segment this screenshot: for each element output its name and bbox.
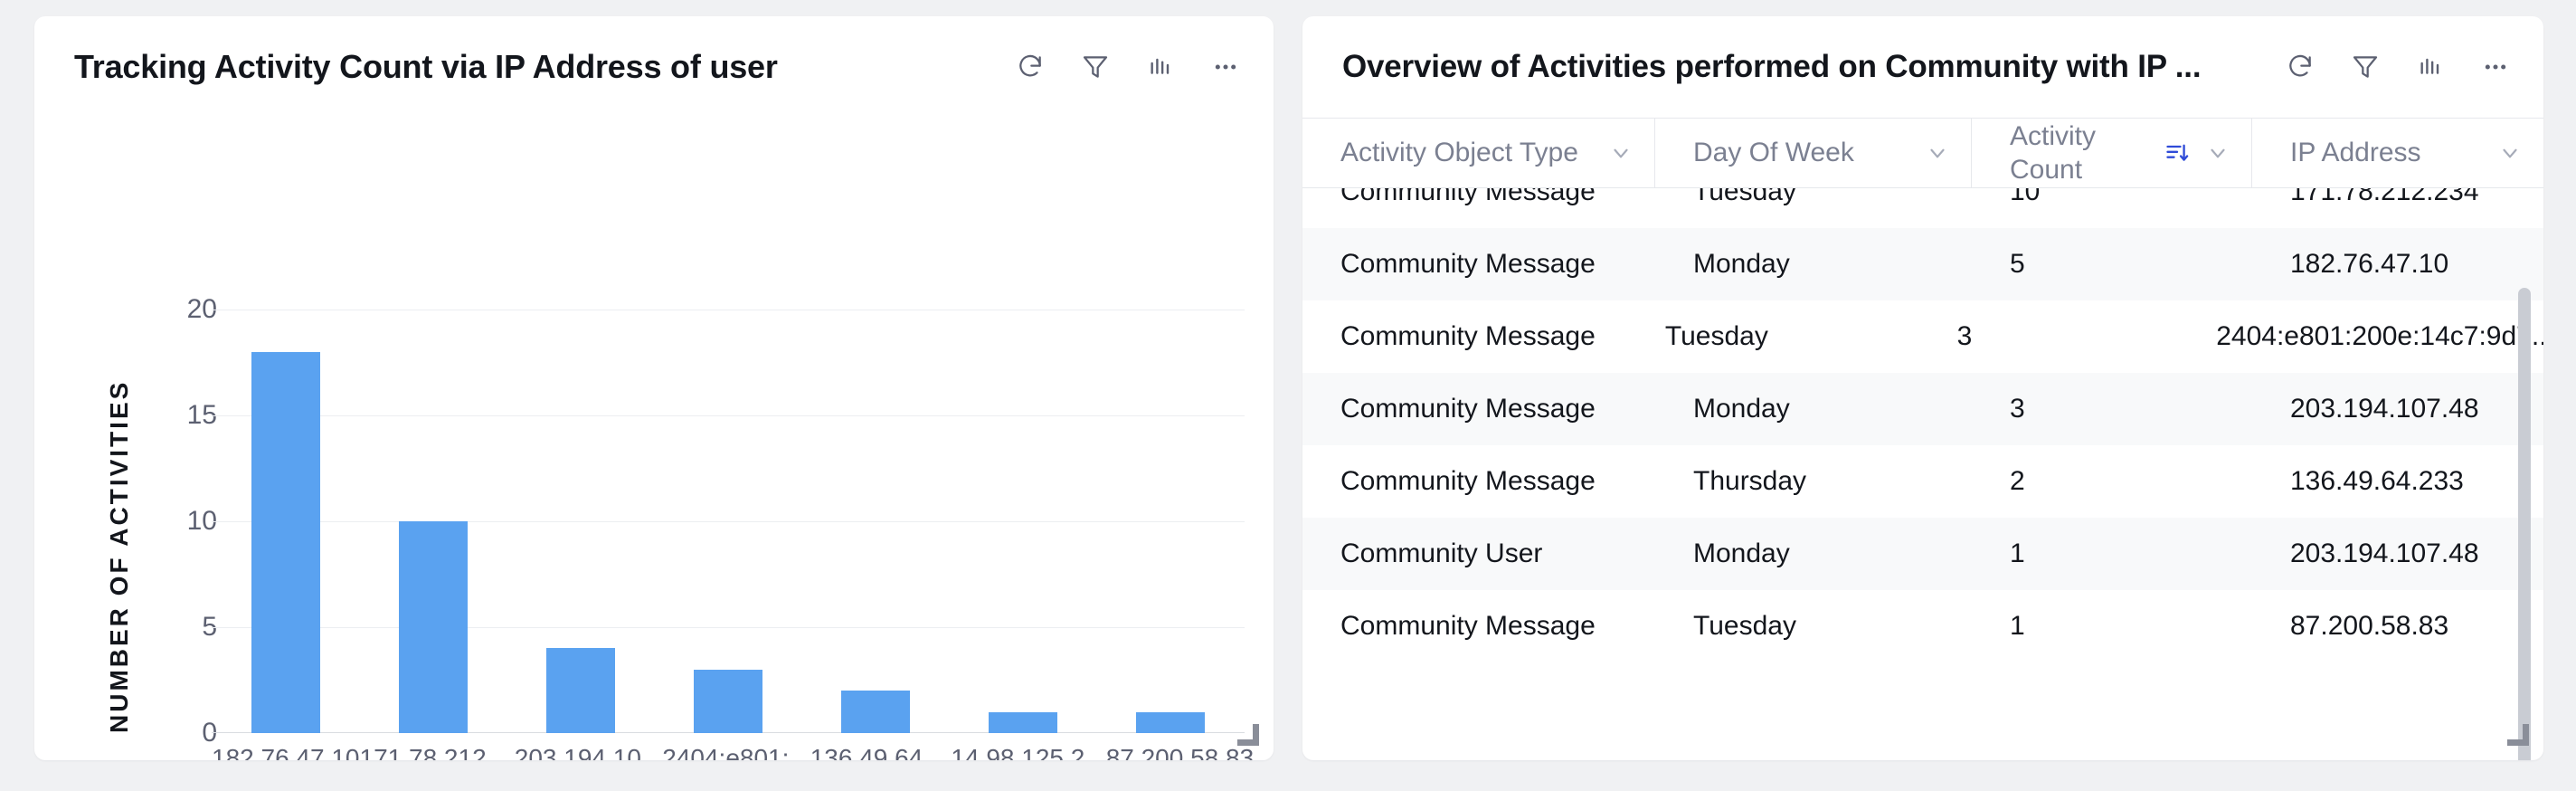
bar-slot <box>359 310 507 733</box>
table-cell-activity-count: 3 <box>1956 321 1973 351</box>
bar-series <box>212 310 1245 733</box>
bar-chart: NUMBER OF ACTIVITIES 20 15 10 5 0 182.76… <box>34 118 1274 760</box>
more-options-icon[interactable] <box>1208 50 1243 84</box>
table-card-title: Overview of Activities performed on Comm… <box>1342 49 2202 84</box>
dashboard-canvas: Tracking Activity Count via IP Address o… <box>0 0 2576 791</box>
bar-slot <box>212 310 359 733</box>
y-axis-tick: 15 <box>186 400 217 430</box>
bar-slot <box>654 310 801 733</box>
table-card-actions <box>2283 50 2513 84</box>
x-axis-tick: 136.49.64.... <box>810 744 952 760</box>
table-cell-activity-object-type: Community Message <box>1340 321 1596 351</box>
y-axis-tick: 20 <box>186 294 217 324</box>
chart-bar[interactable] <box>398 521 468 733</box>
chart-card-resize-handle[interactable] <box>1236 722 1259 746</box>
more-options-icon[interactable] <box>2478 50 2513 84</box>
table-cell-ip-address: 87.200.58.83 <box>2290 611 2449 641</box>
x-axis-tick: 182.76.47.10 <box>212 744 360 760</box>
column-header-label: IP Address <box>2290 138 2421 168</box>
chart-bar[interactable] <box>841 691 911 733</box>
filter-icon[interactable] <box>2348 50 2382 84</box>
plot-area <box>212 310 1245 733</box>
x-axis-tick: 14.98.125.2... <box>951 744 1106 760</box>
table-row[interactable]: Community Message Monday 3 203.194.107.48 <box>1302 373 2543 445</box>
chart-bar[interactable] <box>1136 711 1206 733</box>
chevron-down-icon[interactable] <box>1609 141 1633 165</box>
column-header-label: Day Of Week <box>1693 138 1854 168</box>
table-card-resize-handle[interactable] <box>2505 722 2529 746</box>
table-cell-day-of-week: Monday <box>1693 249 1790 279</box>
bar-chart-icon[interactable] <box>1143 50 1178 84</box>
table-cell-day-of-week: Monday <box>1693 538 1790 568</box>
table-card-header: Overview of Activities performed on Comm… <box>1302 16 2543 118</box>
y-axis-tick: 0 <box>202 718 217 748</box>
y-axis-tick: 10 <box>186 506 217 536</box>
table-card: Overview of Activities performed on Comm… <box>1302 16 2543 760</box>
column-header-activity-object-type[interactable]: Activity Object Type <box>1302 119 1655 187</box>
table-cell-ip-address: 2404:e801:200e:14c7:9d7... <box>2216 321 2543 351</box>
table-cell-activity-count: 3 <box>2010 394 2025 424</box>
column-header-ip-address[interactable]: IP Address <box>2252 119 2543 187</box>
table-cell-ip-address: 203.194.107.48 <box>2290 538 2479 568</box>
bar-slot <box>1097 310 1245 733</box>
refresh-icon[interactable] <box>1013 50 1047 84</box>
table-cell-ip-address: 203.194.107.48 <box>2290 394 2479 424</box>
chart-card: Tracking Activity Count via IP Address o… <box>34 16 1274 760</box>
chevron-down-icon[interactable] <box>2498 141 2522 165</box>
table-cell-day-of-week: Tuesday <box>1693 611 1796 641</box>
chevron-down-icon[interactable] <box>2206 141 2230 165</box>
table-row[interactable]: Community Message Tuesday 1 87.200.58.83 <box>1302 590 2543 662</box>
chart-card-actions <box>1013 50 1243 84</box>
chart-card-header: Tracking Activity Count via IP Address o… <box>34 16 1274 118</box>
column-header-label: Activity Count <box>2010 120 2097 186</box>
x-axis-tick: 2404:e801:... <box>662 744 810 760</box>
table-header-row: Activity Object Type Day Of Week Activit… <box>1302 118 2543 188</box>
table-cell-activity-count: 2 <box>2010 466 2025 496</box>
column-header-day-of-week[interactable]: Day Of Week <box>1655 119 1972 187</box>
table-cell-activity-object-type: Community Message <box>1340 249 1596 279</box>
table-cell-activity-object-type: Community Message <box>1340 394 1596 424</box>
table-cell-activity-object-type: Community Message <box>1340 466 1596 496</box>
column-header-activity-count[interactable]: Activity Count <box>1972 119 2252 187</box>
refresh-icon[interactable] <box>2283 50 2317 84</box>
table-row[interactable]: Community Message Tuesday 3 2404:e801:200e:… <box>1302 300 2543 373</box>
table-cell-day-of-week: Tuesday <box>1664 321 1768 351</box>
filter-icon[interactable] <box>1078 50 1113 84</box>
table-cell-activity-count: 1 <box>2010 611 2025 641</box>
table-cell-day-of-week: Monday <box>1693 394 1790 424</box>
x-axis-ticks: 182.76.47.10 171.78.212.... 203.194.10... 2… <box>212 744 1254 760</box>
bar-slot <box>507 310 654 733</box>
activities-table: Activity Object Type Day Of Week Activit… <box>1302 118 2543 760</box>
table-cell-ip-address: 182.76.47.10 <box>2290 249 2449 279</box>
table-vertical-scrollbar[interactable] <box>2518 288 2531 760</box>
y-axis-tick: 5 <box>202 612 217 642</box>
x-axis-tick: 87.200.58.83 <box>1105 744 1255 760</box>
table-row[interactable]: Community User Monday 1 203.194.107.48 <box>1302 518 2543 590</box>
table-cell-day-of-week: Thursday <box>1693 466 1807 496</box>
bar-slot <box>802 310 950 733</box>
chart-bar[interactable] <box>545 648 615 733</box>
sort-descending-icon[interactable] <box>2164 140 2190 166</box>
table-cell-activity-object-type: Community Message <box>1340 611 1596 641</box>
chevron-down-icon[interactable] <box>1926 141 1949 165</box>
table-body: Community Message Tuesday 10 171.78.212.234… <box>1302 156 2543 760</box>
chart-bar[interactable] <box>251 351 320 733</box>
bar-slot <box>950 310 1097 733</box>
table-row[interactable]: Community Message Monday 5 182.76.47.10 <box>1302 228 2543 300</box>
table-cell-activity-count: 5 <box>2010 249 2025 279</box>
x-axis-tick: 171.78.212.... <box>359 744 515 760</box>
chart-bar[interactable] <box>989 711 1058 733</box>
table-row[interactable]: Community Message Thursday 2 136.49.64.233 <box>1302 445 2543 518</box>
table-cell-activity-count: 1 <box>2010 538 2025 568</box>
x-axis-tick: 203.194.10... <box>514 744 663 760</box>
chart-bar[interactable] <box>693 669 762 733</box>
bar-chart-icon[interactable] <box>2413 50 2448 84</box>
column-header-label: Activity Object Type <box>1340 138 1578 168</box>
table-cell-activity-object-type: Community User <box>1340 538 1543 568</box>
chart-card-title: Tracking Activity Count via IP Address o… <box>74 48 778 85</box>
table-cell-ip-address: 136.49.64.233 <box>2290 466 2464 496</box>
